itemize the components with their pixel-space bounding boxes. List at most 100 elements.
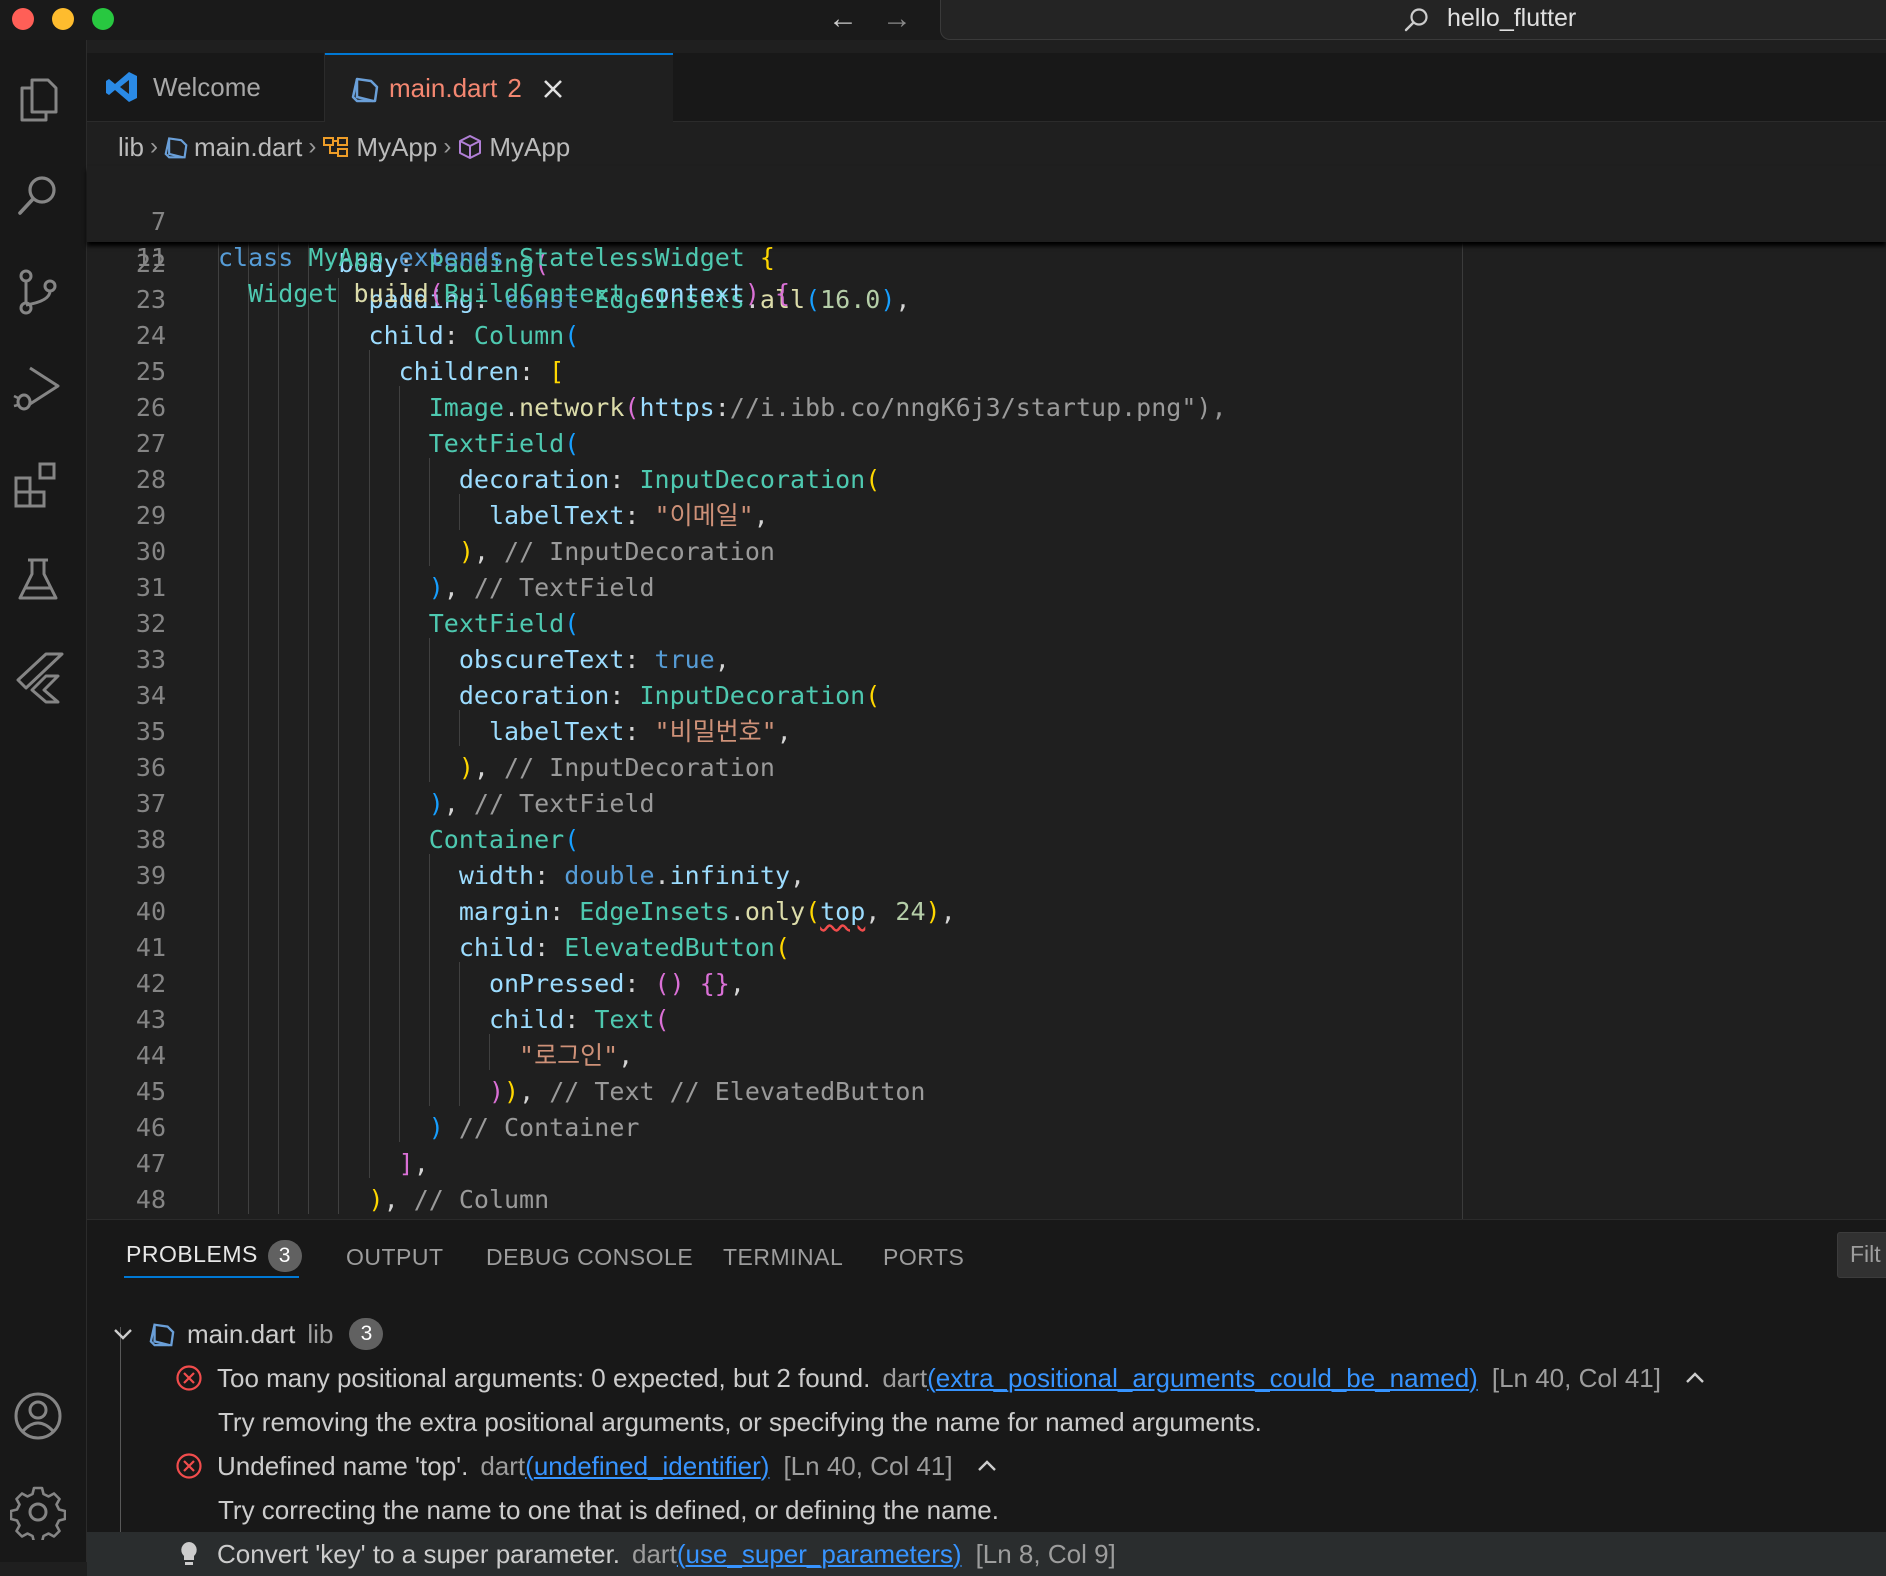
sticky-line[interactable]: 7 class MyApp extends StatelessWidget { <box>87 168 1886 272</box>
command-center[interactable]: hello_flutter <box>940 0 1886 40</box>
source-control-icon[interactable] <box>10 264 66 320</box>
code-line[interactable]: 28 decoration: InputDecoration( <box>87 462 1886 498</box>
close-window-button[interactable] <box>12 8 34 30</box>
activity-bar <box>0 40 87 1562</box>
code-text: onPressed: () {}, <box>488 969 745 998</box>
dart-icon <box>149 1323 175 1347</box>
accounts-icon[interactable] <box>10 1388 66 1444</box>
code-line[interactable]: 32 TextField( <box>87 606 1886 642</box>
code-text: ), // Column <box>368 1185 550 1214</box>
code-line[interactable]: 47 ], <box>87 1146 1886 1182</box>
editor-tab-bar: Welcome main.dart 2 <box>87 53 1886 122</box>
error-icon <box>176 1453 202 1479</box>
code-text: Container( <box>428 825 580 854</box>
class-icon <box>322 135 350 159</box>
chevron-right-icon: › <box>150 133 159 160</box>
code-line[interactable]: 43 child: Text( <box>87 1002 1886 1038</box>
code-line[interactable]: 31 ), // TextField <box>87 570 1886 606</box>
problem-file-folder: lib <box>307 1318 334 1349</box>
problem-item[interactable]: Undefined name 'top'. dart (undefined_ide… <box>87 1444 1886 1488</box>
dart-icon <box>351 77 379 102</box>
code-text: decoration: InputDecoration( <box>458 465 881 494</box>
panel-tab-output[interactable]: OUTPUT <box>346 1244 444 1271</box>
tab-label: main.dart <box>389 73 498 103</box>
code-text: child: Column( <box>368 321 580 350</box>
code-line[interactable]: 27 TextField( <box>87 426 1886 462</box>
problems-filter-input[interactable]: Filt <box>1837 1232 1886 1278</box>
sticky-line[interactable]: 11 Widget build(BuildContext context) { <box>87 204 1886 308</box>
explorer-icon[interactable] <box>10 72 66 128</box>
code-line[interactable]: 38 Container( <box>87 822 1886 858</box>
line-number: 25 <box>135 357 166 386</box>
panel-tab-problems[interactable]: PROBLEMS 3 <box>126 1240 302 1272</box>
code-line[interactable]: 42 onPressed: () {}, <box>87 966 1886 1002</box>
code-text: "로그인", <box>519 1041 634 1070</box>
close-icon[interactable] <box>542 78 564 100</box>
code-text: child: ElevatedButton( <box>458 933 790 962</box>
code-line[interactable]: 25 children: [ <box>87 354 1886 390</box>
problem-code-link[interactable]: undefined_identifier <box>534 1451 761 1481</box>
search-icon[interactable] <box>10 168 66 224</box>
code-line[interactable]: 39 width: double.infinity, <box>87 858 1886 894</box>
problem-code-link[interactable]: extra_positional_arguments_could_be_name… <box>936 1363 1469 1393</box>
back-arrow-icon[interactable]: ← <box>828 2 858 36</box>
line-number: 32 <box>135 609 166 638</box>
problem-file-count-badge: 3 <box>349 1318 384 1350</box>
tab-problem-count: 2 <box>507 73 522 103</box>
testing-icon[interactable] <box>10 552 66 608</box>
problem-message: Convert 'key' to a super parameter. <box>217 1538 621 1569</box>
tab-welcome[interactable]: Welcome <box>87 53 325 121</box>
problem-item[interactable]: Too many positional arguments: 0 expecte… <box>87 1356 1886 1400</box>
maximize-window-button[interactable] <box>92 8 114 30</box>
breadcrumb-lib[interactable]: lib <box>118 132 144 163</box>
extensions-icon[interactable] <box>10 456 66 512</box>
code-line[interactable]: 45 )), // Text // ElevatedButton <box>87 1074 1886 1110</box>
line-number: 30 <box>135 537 166 566</box>
chevron-right-icon: › <box>308 133 317 160</box>
problem-item[interactable]: Convert 'key' to a super parameter. dart… <box>87 1532 1886 1576</box>
chevron-up-icon[interactable] <box>975 1454 999 1478</box>
code-line[interactable]: 24 child: Column( <box>87 318 1886 354</box>
code-line[interactable]: 34 decoration: InputDecoration( <box>87 678 1886 714</box>
chevron-up-icon[interactable] <box>1683 1366 1707 1390</box>
code-line[interactable]: 40 margin: EdgeInsets.only(top, 24), <box>87 894 1886 930</box>
flutter-icon[interactable] <box>10 648 66 704</box>
code-line[interactable]: 37 ), // TextField <box>87 786 1886 822</box>
chevron-down-icon[interactable] <box>111 1322 135 1346</box>
code-editor[interactable]: 7 class MyApp extends StatelessWidget { … <box>87 166 1886 1219</box>
code-line[interactable]: 46 ) // Container <box>87 1110 1886 1146</box>
panel-tab-terminal[interactable]: TERMINAL <box>723 1244 843 1271</box>
code-line[interactable]: 44 "로그인", <box>87 1038 1886 1074</box>
panel-tab-ports[interactable]: PORTS <box>883 1244 964 1271</box>
code-line[interactable]: 36 ), // InputDecoration <box>87 750 1886 786</box>
run-debug-icon[interactable] <box>10 360 66 416</box>
code-line[interactable]: 33 obscureText: true, <box>87 642 1886 678</box>
problems-count-badge: 3 <box>267 1240 302 1272</box>
line-number: 26 <box>135 393 166 422</box>
line-number: 39 <box>135 861 166 890</box>
minimize-window-button[interactable] <box>52 8 74 30</box>
problem-code-link[interactable]: use_super_parameters <box>686 1539 953 1569</box>
code-line[interactable]: 48 ), // Column <box>87 1182 1886 1218</box>
code-line[interactable]: 30 ), // InputDecoration <box>87 534 1886 570</box>
breadcrumb-constructor[interactable]: MyApp <box>489 132 570 163</box>
breadcrumb-file[interactable]: main.dart <box>194 132 302 163</box>
active-tab-indicator <box>124 1276 299 1278</box>
problems-file-group[interactable]: main.dart lib 3 <box>87 1312 1886 1356</box>
panel-tab-debug-console[interactable]: DEBUG CONSOLE <box>486 1244 693 1271</box>
code-line[interactable]: 35 labelText: "비밀번호", <box>87 714 1886 750</box>
problem-detail-text: Try correcting the name to one that is d… <box>218 1494 999 1525</box>
bottom-panel: PROBLEMS 3 OUTPUT DEBUG CONSOLE TERMINAL … <box>87 1219 1886 1576</box>
code-line[interactable]: 41 child: ElevatedButton( <box>87 930 1886 966</box>
settings-gear-icon[interactable] <box>10 1484 66 1540</box>
line-number: 31 <box>135 573 166 602</box>
code-line[interactable]: 29 labelText: "이메일", <box>87 498 1886 534</box>
title-bar: ← → hello_flutter <box>0 0 1886 40</box>
code-text: )), // Text // ElevatedButton <box>488 1077 926 1106</box>
sticky-scroll[interactable]: 7 class MyApp extends StatelessWidget { … <box>87 166 1886 308</box>
forward-arrow-icon[interactable]: → <box>882 2 912 36</box>
tab-main-dart[interactable]: main.dart 2 <box>325 53 673 122</box>
line-number: 47 <box>135 1149 166 1178</box>
breadcrumb-class[interactable]: MyApp <box>356 132 437 163</box>
code-line[interactable]: 26 Image.network(https://i.ibb.co/nngK6j… <box>87 390 1886 426</box>
